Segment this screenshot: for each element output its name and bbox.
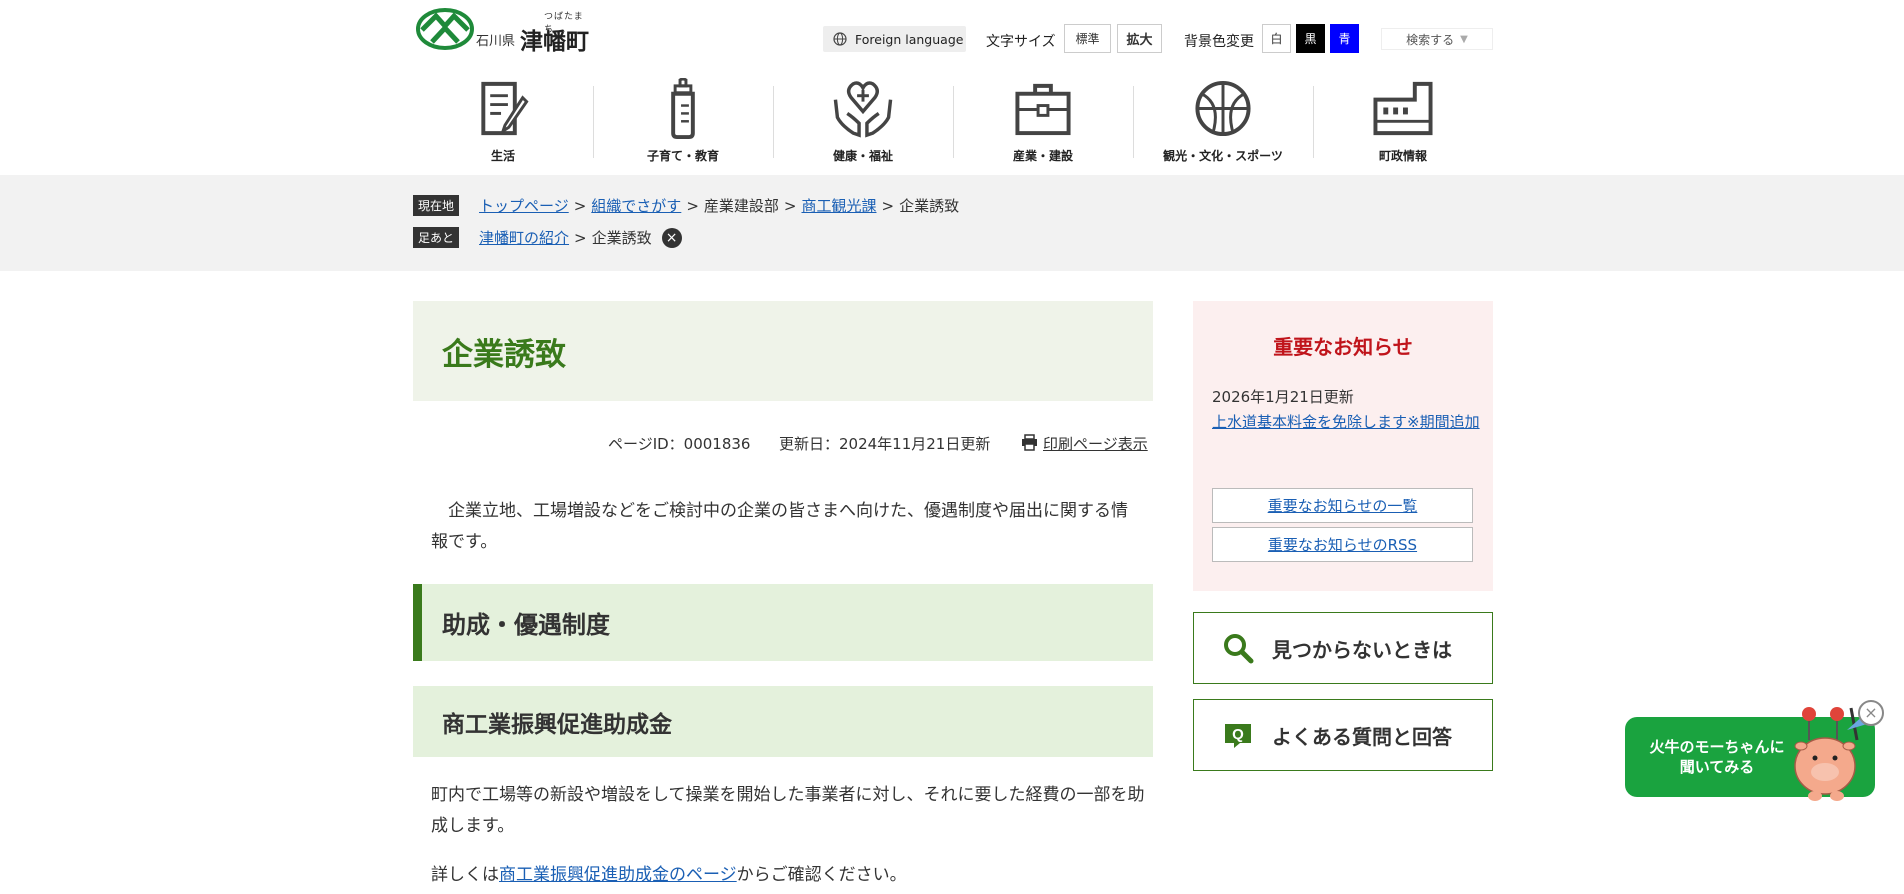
subsection-heading: 商工業振興促進助成金 — [413, 686, 1153, 757]
nav-label: 町政情報 — [1378, 149, 1427, 163]
faq-label: よくある質問と回答 — [1272, 724, 1452, 749]
heart-hands-icon — [833, 81, 893, 138]
town-emblem-icon — [416, 8, 474, 50]
close-icon[interactable]: × — [661, 227, 682, 248]
bg-black-button[interactable]: 黒 — [1296, 24, 1325, 53]
breadcrumb: 現在地 トップページ > 組織でさがす > 産業建設部 > 商工観光課 > 企業… — [413, 195, 959, 216]
notice-rss-button[interactable]: 重要なお知らせのRSS — [1212, 527, 1473, 562]
nav-item-industry[interactable]: 産業・建設 — [953, 78, 1133, 164]
breadcrumb-separator: > — [574, 228, 587, 247]
foreign-language-label: Foreign language — [855, 31, 964, 47]
current-location-tag: 現在地 — [413, 195, 460, 216]
building-icon — [1373, 81, 1433, 136]
nav-label: 産業・建設 — [1012, 149, 1073, 163]
site-logo[interactable]: 石川県 つばたまち 津幡町 — [416, 6, 592, 55]
triangle-down-icon: ▼ — [1460, 33, 1468, 45]
breadcrumb-separator: > — [686, 196, 699, 215]
not-found-button[interactable]: 見つからないときは — [1193, 612, 1493, 684]
chatbot-label: 火牛のモーちゃんに 聞いてみる — [1637, 737, 1797, 777]
details-suffix: からご確認ください。 — [736, 865, 907, 885]
search-toggle-label: 検索する — [1406, 32, 1455, 47]
subsidy-page-link[interactable]: 商工業振興促進助成金のページ — [499, 865, 737, 885]
notice-date: 2026年1月21日更新 — [1212, 388, 1354, 406]
intro-text: 企業立地、工場増設などをご検討中の企業の皆さまへ向けた、優遇制度や届出に関する情… — [431, 501, 1128, 552]
subsection-heading-text: 商工業振興促進助成金 — [442, 712, 672, 738]
baby-bottle-icon — [671, 78, 695, 139]
document-pen-icon — [481, 81, 529, 136]
section-heading-text: 助成・優遇制度 — [442, 611, 610, 639]
page-title: 企業誘致 — [442, 337, 566, 373]
notice-list-link[interactable]: 重要なお知らせの一覧 — [1268, 495, 1418, 516]
chatbot-label-line1: 火牛のモーちゃんに — [1649, 738, 1785, 756]
font-size-large-button[interactable]: 拡大 — [1117, 24, 1162, 53]
footprint-link-intro[interactable]: 津幡町の紹介 — [479, 227, 569, 248]
briefcase-icon — [1015, 83, 1071, 136]
printer-icon — [1022, 434, 1037, 451]
breadcrumb-separator: > — [881, 196, 895, 215]
font-size-standard-button[interactable]: 標準 — [1064, 24, 1111, 53]
foreign-language-button[interactable]: Foreign language — [823, 26, 966, 52]
notice-list-button[interactable]: 重要なお知らせの一覧 — [1212, 488, 1473, 523]
breadcrumb-link-section[interactable]: 商工観光課 — [801, 195, 876, 216]
nav-item-childcare[interactable]: 子育て・教育 — [593, 78, 773, 164]
logo-prefecture: 石川県 — [476, 34, 516, 49]
page-id: ページID：0001836 — [608, 435, 751, 453]
svg-text:Q: Q — [1232, 726, 1244, 743]
updated-date: 更新日：2024年11月21日更新 — [779, 435, 991, 453]
faq-button[interactable]: Q よくある質問と回答 — [1193, 699, 1493, 771]
bg-white-button[interactable]: 白 — [1262, 24, 1291, 53]
ball-icon — [1195, 80, 1251, 137]
footprint-current: 企業誘致 — [591, 229, 652, 247]
breadcrumb-area: 現在地 トップページ > 組織でさがす > 産業建設部 > 商工観光課 > 企業… — [0, 175, 1904, 271]
nav-item-health[interactable]: 健康・福祉 — [773, 78, 953, 164]
nav-item-life[interactable]: 生活 — [413, 78, 593, 164]
nav-label: 健康・福祉 — [832, 149, 893, 163]
chatbot-label-line2: 聞いてみる — [1679, 758, 1755, 776]
font-size-label: 文字サイズ — [986, 34, 1056, 50]
bg-color-label: 背景色変更 — [1184, 34, 1254, 50]
footprint-tag: 足あと — [413, 227, 460, 248]
site-header: 石川県 つばたまち 津幡町 Foreign language 文字サイズ 標準 … — [0, 0, 1904, 175]
search-icon — [1224, 634, 1254, 664]
nav-label: 子育て・教育 — [646, 149, 719, 163]
section-heading: 助成・優遇制度 — [413, 584, 1153, 661]
nav-item-tourism[interactable]: 観光・文化・スポーツ — [1133, 78, 1313, 164]
breadcrumb-separator: > — [783, 196, 797, 215]
nav-item-government[interactable]: 町政情報 — [1313, 78, 1493, 164]
breadcrumb-link-top[interactable]: トップページ — [479, 195, 569, 216]
breadcrumb-separator: > — [573, 196, 587, 215]
details-paragraph: 詳しくは商工業振興促進助成金のページからご確認ください。 — [431, 860, 1147, 891]
nav-label: 生活 — [490, 149, 515, 163]
globe-icon — [833, 32, 847, 46]
subsidy-description: 町内で工場等の新設や増設をして操業を開始した事業者に対し、それに要した経費の一部… — [431, 785, 1145, 836]
breadcrumb-dept: 産業建設部 — [703, 197, 779, 215]
notice-rss-link[interactable]: 重要なお知らせのRSS — [1268, 534, 1417, 555]
logo-town-name: 津幡町 — [520, 29, 589, 55]
details-prefix: 詳しくは — [431, 865, 499, 885]
notice-title: 重要なお知らせ — [1273, 335, 1413, 359]
print-page-link[interactable]: 印刷ページ表示 — [1043, 433, 1148, 454]
page-title-box: 企業誘致 — [413, 301, 1153, 401]
search-toggle-button[interactable]: 検索する ▼ — [1381, 28, 1493, 50]
global-nav: 生活 子育て・教育 健康・福祉 産業・建設 観光・文化・スポーツ 町政情報 — [413, 78, 1493, 164]
question-bubble-icon: Q — [1225, 724, 1251, 748]
important-notice-box: 重要なお知らせ 2026年1月21日更新 上水道基本料金を免除します※期間追加 … — [1193, 301, 1493, 591]
not-found-label: 見つからないときは — [1272, 637, 1452, 662]
footprint-trail: 足あと 津幡町の紹介 > 企業誘致 × — [413, 227, 682, 248]
notice-link[interactable]: 上水道基本料金を免除します※期間追加 — [1212, 410, 1482, 434]
breadcrumb-current: 企業誘致 — [899, 197, 960, 215]
breadcrumb-link-org[interactable]: 組織でさがす — [591, 195, 681, 216]
bg-blue-button[interactable]: 青 — [1330, 24, 1359, 53]
chatbot-close-icon[interactable]: × — [1858, 700, 1884, 726]
nav-label: 観光・文化・スポーツ — [1163, 149, 1283, 163]
